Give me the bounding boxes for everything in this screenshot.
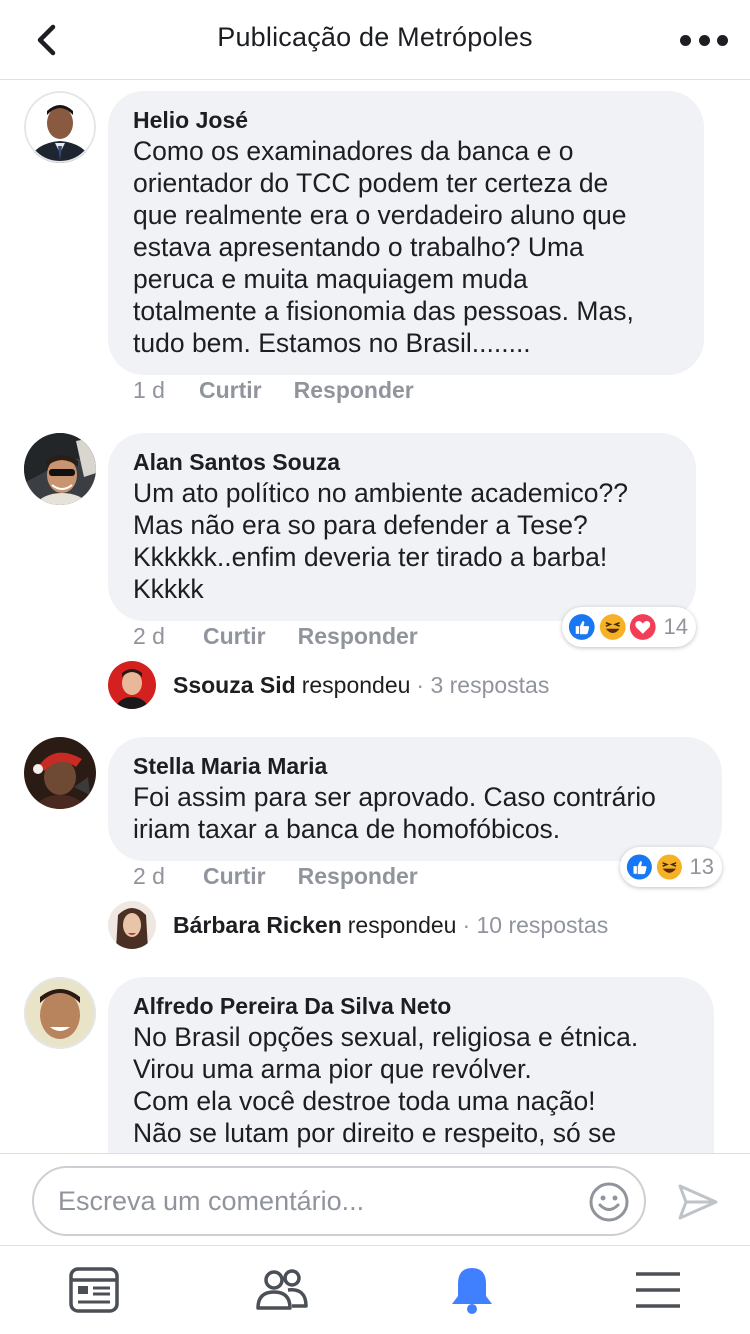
like-icon <box>624 851 655 883</box>
reply-count: · 10 respostas <box>462 911 609 938</box>
comment-composer: Escreva um comentário... <box>0 1153 750 1245</box>
reaction-count: 13 <box>689 854 714 879</box>
bottom-tab-bar <box>0 1245 750 1334</box>
comment-author[interactable]: Alan Santos Souza <box>133 447 671 477</box>
reply-author: Bárbara Ricken <box>173 911 342 938</box>
comment-text: Foi assim para ser aprovado. Caso contrá… <box>133 782 656 844</box>
reaction-count: 14 <box>663 614 688 639</box>
tab-news-feed[interactable] <box>66 1264 122 1316</box>
comment-text: Como os examinadores da banca e o orient… <box>133 136 634 358</box>
haha-icon <box>653 851 685 883</box>
dot-icon <box>698 34 710 46</box>
reply-button[interactable]: Responder <box>298 623 418 650</box>
comment-bubble: Helio José Como os examinadores da banca… <box>108 91 704 375</box>
comment-actions: 1 d Curtir Responder <box>133 377 446 404</box>
reply-author: Ssouza Sid <box>173 671 296 698</box>
comment-author[interactable]: Stella Maria Maria <box>133 751 697 781</box>
avatar[interactable] <box>24 91 96 163</box>
haha-icon <box>596 611 628 643</box>
reply-verb: respondeu <box>347 911 457 938</box>
avatar[interactable] <box>24 433 96 505</box>
reply-avatar <box>108 901 156 949</box>
news-feed-icon <box>69 1267 119 1313</box>
comment-input[interactable]: Escreva um comentário... <box>32 1166 646 1236</box>
reaction-summary[interactable]: 13 <box>620 847 722 887</box>
dot-icon <box>717 34 728 46</box>
friends-icon <box>256 1269 308 1310</box>
back-button[interactable] <box>26 18 70 62</box>
comment-actions: 2 d Curtir Responder <box>133 863 450 890</box>
reply-avatar <box>108 661 156 709</box>
notifications-icon <box>452 1268 492 1314</box>
like-button[interactable]: Curtir <box>203 623 266 650</box>
more-options-button[interactable] <box>680 26 728 54</box>
reply-verb: respondeu <box>301 671 411 698</box>
tab-friends[interactable] <box>254 1264 310 1316</box>
comment-list: Helio José Como os examinadores da banca… <box>0 81 750 1153</box>
tab-menu[interactable] <box>630 1264 686 1316</box>
comment-bubble: Alfredo Pereira Da Silva Neto No Brasil … <box>108 977 714 1153</box>
comment-text: Um ato político no ambiente academico?? … <box>133 478 628 604</box>
comment-bubble: Stella Maria Maria Foi assim para ser ap… <box>108 737 722 861</box>
smiley-icon <box>589 1182 629 1222</box>
chevron-left-icon <box>37 24 56 56</box>
reaction-summary[interactable]: 14 <box>562 607 696 647</box>
replies-link[interactable]: Ssouza Sid respondeu · 3 respostas <box>108 661 549 709</box>
comment-time: 2 d <box>133 623 165 649</box>
page-title: Publicação de Metrópoles <box>217 22 533 52</box>
send-button[interactable] <box>676 1182 720 1222</box>
like-button[interactable]: Curtir <box>199 377 262 404</box>
send-icon <box>678 1184 718 1220</box>
emoji-button[interactable] <box>588 1181 630 1223</box>
avatar[interactable] <box>24 737 96 809</box>
comment-text: No Brasil opções sexual, religiosa e étn… <box>133 1022 639 1148</box>
menu-icon <box>636 1272 680 1308</box>
comment-time: 1 d <box>133 377 165 403</box>
comment-time: 2 d <box>133 863 165 889</box>
reply-button[interactable]: Responder <box>298 863 418 890</box>
comment-bubble: Alan Santos Souza Um ato político no amb… <box>108 433 696 621</box>
top-bar: Publicação de Metrópoles <box>0 0 750 80</box>
comment-actions: 2 d Curtir Responder <box>133 623 450 650</box>
tab-notifications[interactable] <box>444 1264 500 1316</box>
reply-button[interactable]: Responder <box>294 377 414 404</box>
reply-count: · 3 respostas <box>416 671 550 698</box>
love-icon <box>627 611 659 643</box>
like-button[interactable]: Curtir <box>203 863 266 890</box>
dot-icon <box>680 34 691 46</box>
comment-author[interactable]: Helio José <box>133 105 679 135</box>
like-icon <box>566 611 598 643</box>
avatar[interactable] <box>24 977 96 1049</box>
replies-link[interactable]: Bárbara Ricken respondeu · 10 respostas <box>108 901 608 949</box>
comment-author[interactable]: Alfredo Pereira Da Silva Neto <box>133 991 689 1021</box>
